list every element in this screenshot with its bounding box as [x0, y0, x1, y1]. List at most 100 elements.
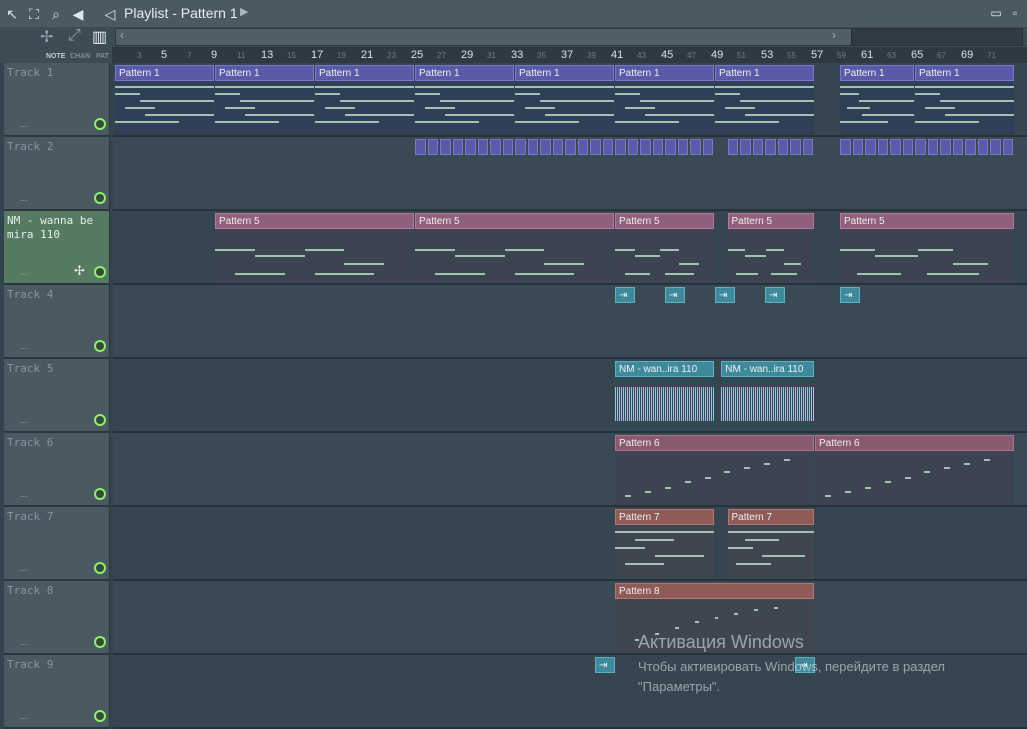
audio-clip[interactable]: ⇥	[595, 657, 615, 673]
tab-note[interactable]: NOTE	[46, 53, 65, 60]
track-menu-dots[interactable]: ...	[20, 489, 28, 499]
tab-chan[interactable]: CHAN	[70, 53, 90, 60]
title-dropdown-icon[interactable]: ▶	[240, 5, 248, 18]
track-menu-dots[interactable]: ...	[20, 267, 28, 277]
pattern-clip[interactable]: Pattern 5	[840, 213, 1014, 229]
pattern-clip[interactable]: Pattern 6	[815, 435, 1014, 451]
tab-pat[interactable]: PAT	[96, 53, 109, 60]
pattern-clip-small[interactable]	[952, 139, 963, 155]
pattern-clip-small[interactable]	[802, 139, 813, 155]
pattern-clip-small[interactable]	[440, 139, 451, 155]
track-header[interactable]: Track 8...	[4, 581, 110, 655]
pattern-clip-small[interactable]	[852, 139, 863, 155]
automation-icon[interactable]: ⤢	[68, 27, 81, 45]
track-header[interactable]: Track 7...	[4, 507, 110, 581]
pattern-clip-small[interactable]	[752, 139, 763, 155]
pattern-clip-small[interactable]	[515, 139, 526, 155]
audio-clip[interactable]: ⇥	[665, 287, 685, 303]
scroll-left-icon[interactable]: ‹	[120, 28, 124, 42]
track-mute-led[interactable]	[94, 636, 106, 648]
pattern-clip-small[interactable]	[1002, 139, 1013, 155]
track-menu-dots[interactable]: ...	[20, 193, 28, 203]
track-menu-dots[interactable]: ...	[20, 341, 28, 351]
pattern-clip[interactable]: Pattern 5	[727, 213, 814, 229]
pattern-clip[interactable]: Pattern 1	[715, 65, 814, 81]
audio-clip[interactable]: ⇥	[715, 287, 735, 303]
pattern-clip-small[interactable]	[602, 139, 613, 155]
pattern-clip-small[interactable]	[727, 139, 738, 155]
pattern-clip-small[interactable]	[640, 139, 651, 155]
pattern-clip-small[interactable]	[740, 139, 751, 155]
speaker-icon[interactable]: ◀	[70, 6, 86, 22]
pattern-clip-small[interactable]	[890, 139, 901, 155]
pattern-clip-small[interactable]	[702, 139, 713, 155]
track-header[interactable]: Track 5...	[4, 359, 110, 433]
pattern-clip-small[interactable]	[902, 139, 913, 155]
pattern-clip-small[interactable]	[502, 139, 513, 155]
track-header[interactable]: Track 4...	[4, 285, 110, 359]
track-header[interactable]: Track 6...	[4, 433, 110, 507]
track-mute-led[interactable]	[94, 562, 106, 574]
pattern-clip[interactable]: Pattern 1	[915, 65, 1014, 81]
pattern-clip-small[interactable]	[540, 139, 551, 155]
pattern-clip[interactable]: Pattern 5	[215, 213, 414, 229]
pattern-clip[interactable]: Pattern 1	[315, 65, 414, 81]
pattern-clip[interactable]: NM - wan..ira 110	[721, 361, 814, 377]
pattern-clip[interactable]: Pattern 7	[615, 509, 714, 525]
track-menu-dots[interactable]: ...	[20, 637, 28, 647]
pattern-clip[interactable]: Pattern 1	[615, 65, 714, 81]
pattern-clip-small[interactable]	[940, 139, 951, 155]
pattern-clip-small[interactable]	[777, 139, 788, 155]
scroll-right-icon[interactable]: ›	[832, 28, 836, 42]
pattern-clip-small[interactable]	[665, 139, 676, 155]
pattern-clip-small[interactable]	[615, 139, 626, 155]
horizontal-scrollbar[interactable]	[115, 28, 852, 46]
pattern-clip-small[interactable]	[977, 139, 988, 155]
track-lane[interactable]	[113, 581, 1027, 655]
pattern-clip[interactable]: Pattern 6	[615, 435, 814, 451]
audio-clip[interactable]: ⇥	[765, 287, 785, 303]
pattern-clip-small[interactable]	[490, 139, 501, 155]
track-header[interactable]: Track 9...	[4, 655, 110, 729]
pattern-clip-small[interactable]	[552, 139, 563, 155]
pattern-clip-small[interactable]	[627, 139, 638, 155]
pattern-clip-small[interactable]	[452, 139, 463, 155]
pattern-clip[interactable]: NM - wan..ira 110	[615, 361, 714, 377]
pattern-clip-small[interactable]	[527, 139, 538, 155]
pattern-clip-small[interactable]	[577, 139, 588, 155]
pattern-clip-small[interactable]	[865, 139, 876, 155]
track-header[interactable]: Track 1...	[4, 63, 110, 137]
pattern-clip-small[interactable]	[990, 139, 1001, 155]
pattern-clip[interactable]: Pattern 5	[615, 213, 714, 229]
pattern-clip-small[interactable]	[877, 139, 888, 155]
select-icon[interactable]: ⛶	[26, 6, 42, 22]
track-lane[interactable]	[113, 507, 1027, 581]
play-arrow-icon[interactable]: ◁	[102, 6, 118, 22]
pattern-clip-small[interactable]	[652, 139, 663, 155]
pattern-clip-small[interactable]	[415, 139, 426, 155]
pattern-clip[interactable]: Pattern 1	[415, 65, 514, 81]
scroll-track[interactable]	[851, 28, 1023, 46]
pattern-clip-small[interactable]	[765, 139, 776, 155]
track-mute-led[interactable]	[94, 192, 106, 204]
waveform-icon[interactable]: ✢	[40, 27, 53, 47]
pattern-clip-small[interactable]	[915, 139, 926, 155]
track-header[interactable]: NM - wanna be mira 110... ✢	[4, 211, 110, 285]
pattern-clip-small[interactable]	[840, 139, 851, 155]
pattern-clip[interactable]: Pattern 1	[115, 65, 214, 81]
track-menu-dots[interactable]: ...	[20, 119, 28, 129]
track-mute-led[interactable]	[94, 414, 106, 426]
pattern-clip-small[interactable]	[465, 139, 476, 155]
pointer-icon[interactable]: ↖	[4, 6, 20, 22]
track-menu-dots[interactable]: ...	[20, 711, 28, 721]
zoom-icon[interactable]: ⌕	[48, 6, 64, 22]
audio-clip[interactable]: ⇥	[615, 287, 635, 303]
track-lane[interactable]	[113, 359, 1027, 433]
track-mute-led[interactable]	[94, 710, 106, 722]
pattern-clip-small[interactable]	[677, 139, 688, 155]
track-menu-dots[interactable]: ...	[20, 415, 28, 425]
pattern-clip[interactable]: Pattern 1	[515, 65, 614, 81]
pattern-clip[interactable]: Pattern 8	[615, 583, 814, 599]
clip-body[interactable]	[727, 525, 814, 579]
pattern-clip[interactable]: Pattern 1	[215, 65, 314, 81]
